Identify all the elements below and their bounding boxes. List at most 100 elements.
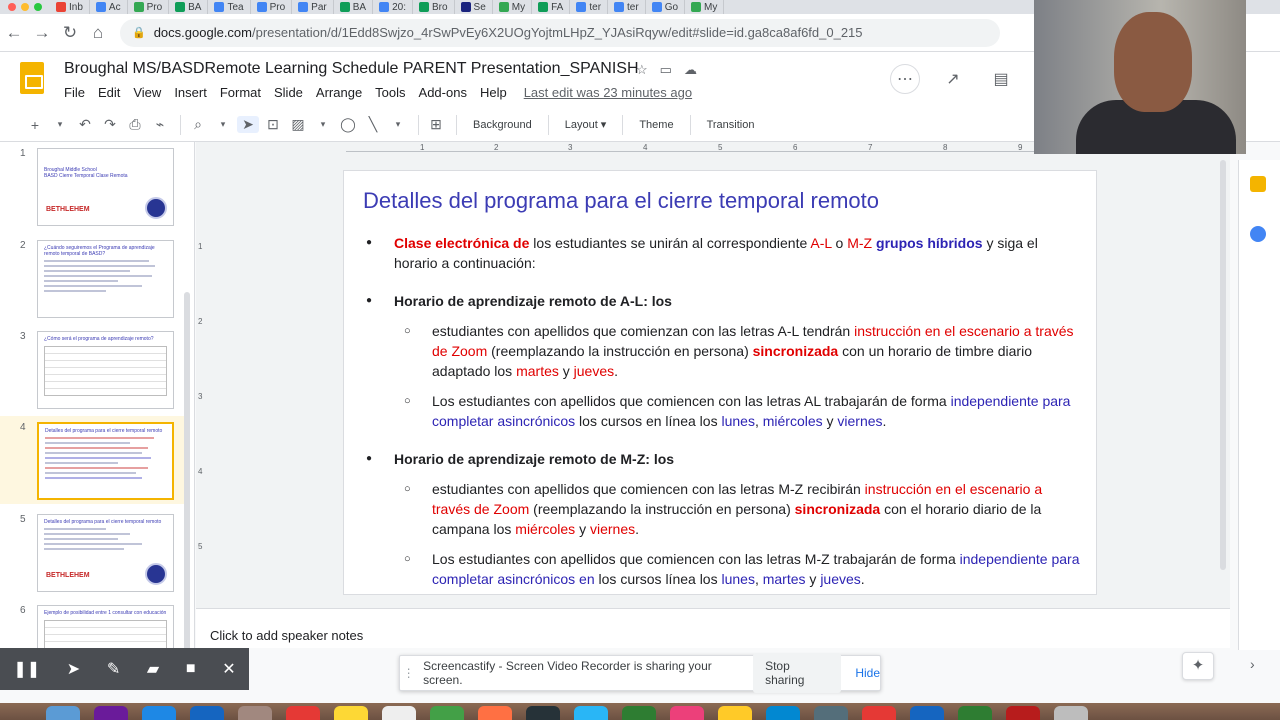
- browser-tab[interactable]: FA: [532, 0, 571, 14]
- browser-tab[interactable]: Go: [646, 0, 686, 14]
- new-slide-icon[interactable]: +: [24, 117, 46, 133]
- menu-insert[interactable]: Insert: [174, 85, 207, 100]
- camera-icon[interactable]: ■: [186, 660, 196, 678]
- image-icon[interactable]: ▨: [287, 116, 309, 133]
- slide-body-text[interactable]: Clase electrónica de los estudiantes se …: [366, 233, 1081, 599]
- menu-addons[interactable]: Add-ons: [419, 85, 467, 100]
- last-edit-link[interactable]: Last edit was 23 minutes ago: [524, 85, 692, 100]
- calendar-icon[interactable]: [286, 706, 320, 720]
- slide-thumbnail[interactable]: Broughal Middle School BASD Cierre Tempo…: [37, 148, 174, 226]
- slide-thumbnail[interactable]: Ejemplo de posibilidad entre 1 consultar…: [37, 605, 174, 648]
- menu-format[interactable]: Format: [220, 85, 261, 100]
- menu-edit[interactable]: Edit: [98, 85, 120, 100]
- cloud-status-icon[interactable]: ☁: [684, 62, 697, 78]
- contacts-icon[interactable]: [238, 706, 272, 720]
- explore-icon[interactable]: ✦: [1182, 652, 1214, 680]
- filmstrip-scrollbar[interactable]: [184, 292, 190, 648]
- reload-icon[interactable]: ↻: [56, 23, 84, 43]
- close-window-button[interactable]: [8, 3, 16, 11]
- print-icon[interactable]: ⎙: [124, 116, 146, 133]
- slides-logo-icon[interactable]: [20, 62, 44, 94]
- canvas-scrollbar[interactable]: [1220, 160, 1226, 570]
- notes-icon[interactable]: [334, 706, 368, 720]
- slide-thumbnail-row[interactable]: 5 Detalles del programa para el cierre t…: [0, 508, 190, 596]
- safari-icon[interactable]: [142, 706, 176, 720]
- browser-tab[interactable]: Inb: [50, 0, 90, 14]
- browser-tab[interactable]: Se: [455, 0, 493, 14]
- hide-button[interactable]: Hide: [855, 666, 880, 680]
- powerpoint-icon[interactable]: [1006, 706, 1040, 720]
- slide-thumbnail[interactable]: Detalles del programa para el cierre tem…: [37, 514, 174, 592]
- pen-icon[interactable]: ✎: [107, 659, 120, 679]
- browser-tab[interactable]: Bro: [413, 0, 455, 14]
- zoom-window-button[interactable]: [34, 3, 42, 11]
- browser-tab[interactable]: ter: [570, 0, 609, 14]
- menu-help[interactable]: Help: [480, 85, 507, 100]
- url-field[interactable]: 🔒 docs.google.com/presentation/d/1Edd8Sw…: [120, 18, 1000, 47]
- photos-icon[interactable]: [478, 706, 512, 720]
- settings-icon[interactable]: [814, 706, 848, 720]
- browser-tab[interactable]: Pro: [251, 0, 293, 14]
- stop-sharing-button[interactable]: Stop sharing: [753, 653, 842, 693]
- excel-icon[interactable]: [958, 706, 992, 720]
- shape-icon[interactable]: ◯: [337, 116, 359, 133]
- slide-thumbnail[interactable]: Detalles del programa para el cierre tem…: [37, 422, 174, 500]
- chevron-right-icon[interactable]: ›: [1250, 656, 1255, 672]
- drag-handle-icon[interactable]: ⋮: [400, 666, 417, 680]
- back-icon[interactable]: ←: [0, 23, 28, 43]
- chevron-down-icon[interactable]: ▾: [387, 119, 409, 130]
- presenter-icon[interactable]: ⋯: [890, 64, 920, 94]
- slide-thumbnail[interactable]: ¿Cómo será el programa de aprendizaje re…: [37, 331, 174, 409]
- pause-icon[interactable]: ❚❚: [13, 659, 40, 679]
- layout-button[interactable]: Layout ▾: [565, 118, 607, 131]
- speaker-notes[interactable]: Click to add speaker notes: [196, 608, 1230, 648]
- select-cursor-icon[interactable]: ➤: [237, 116, 259, 133]
- browser-tab[interactable]: Pro: [128, 0, 170, 14]
- browser-tab[interactable]: My: [685, 0, 725, 14]
- menu-view[interactable]: View: [133, 85, 161, 100]
- chevron-down-icon[interactable]: ▾: [312, 119, 334, 130]
- keep-icon[interactable]: [1250, 176, 1266, 192]
- browser-tab[interactable]: Tea: [208, 0, 251, 14]
- maps-icon[interactable]: [430, 706, 464, 720]
- minimize-window-button[interactable]: [21, 3, 29, 11]
- forward-icon[interactable]: →: [28, 23, 56, 43]
- slide-thumbnail-row[interactable]: 6 Ejemplo de posibilidad entre 1 consult…: [0, 599, 190, 648]
- text-box-icon[interactable]: ⊡: [262, 116, 284, 133]
- activity-trend-icon[interactable]: ↗: [938, 64, 968, 94]
- slide-thumbnail-row[interactable]: 3 ¿Cómo será el programa de aprendizaje …: [0, 325, 190, 413]
- mail-icon[interactable]: [190, 706, 224, 720]
- siri-icon[interactable]: [94, 706, 128, 720]
- move-folder-icon[interactable]: ▭: [660, 62, 672, 78]
- slide-thumbnail-row-selected[interactable]: 4 Detalles del programa para el cierre t…: [0, 416, 190, 504]
- finder-icon[interactable]: [46, 706, 80, 720]
- eraser-icon[interactable]: ▰: [147, 659, 159, 679]
- theme-button[interactable]: Theme: [639, 119, 673, 131]
- browser-tab[interactable]: BA: [169, 0, 209, 14]
- cursor-icon[interactable]: ➤: [67, 659, 80, 679]
- browser-tab[interactable]: Par: [292, 0, 334, 14]
- line-icon[interactable]: ╲: [362, 116, 384, 133]
- menu-tools[interactable]: Tools: [375, 85, 405, 100]
- close-icon[interactable]: ✕: [222, 659, 235, 679]
- redo-icon[interactable]: ↷: [99, 116, 121, 133]
- comments-icon[interactable]: ▤: [986, 64, 1016, 94]
- slide-thumbnail-row[interactable]: 1 Broughal Middle School BASD Cierre Tem…: [0, 142, 190, 230]
- menu-file[interactable]: File: [64, 85, 85, 100]
- browser-tab[interactable]: My: [493, 0, 533, 14]
- app-store-icon[interactable]: [766, 706, 800, 720]
- reminders-icon[interactable]: [382, 706, 416, 720]
- music-icon[interactable]: [670, 706, 704, 720]
- browser-tab[interactable]: Ac: [90, 0, 128, 14]
- browser-tab[interactable]: ter: [608, 0, 646, 14]
- undo-icon[interactable]: ↶: [74, 116, 96, 133]
- app-icon[interactable]: [526, 706, 560, 720]
- menu-slide[interactable]: Slide: [274, 85, 303, 100]
- zoom-icon[interactable]: ⌕: [187, 116, 209, 133]
- tasks-icon[interactable]: [1250, 226, 1266, 242]
- messages-icon[interactable]: [574, 706, 608, 720]
- star-icon[interactable]: ☆: [636, 62, 648, 78]
- slide-thumbnail[interactable]: ¿Cuándo seguiremos el Programa de aprend…: [37, 240, 174, 318]
- current-slide[interactable]: Detalles del programa para el cierre tem…: [344, 171, 1096, 594]
- word-icon[interactable]: [910, 706, 944, 720]
